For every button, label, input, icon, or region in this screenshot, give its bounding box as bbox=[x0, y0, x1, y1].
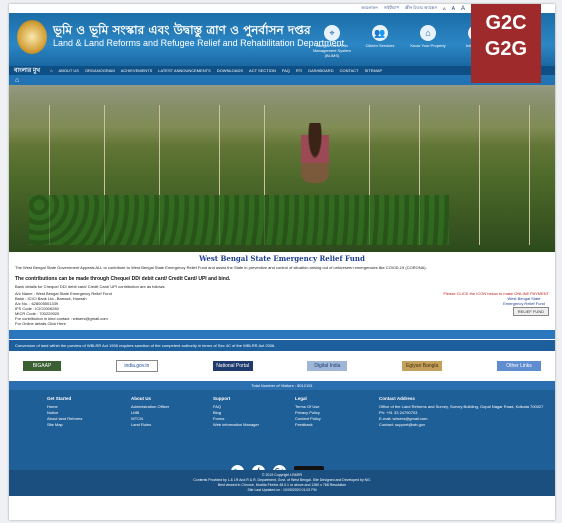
nav-item-about[interactable]: ABOUT US bbox=[59, 68, 79, 73]
font-small-button[interactable]: A bbox=[443, 6, 446, 11]
hero-banner-image bbox=[9, 85, 555, 252]
online-payment-box: Please CLICK the ICON below to make ONLI… bbox=[443, 291, 549, 316]
header-link-blims[interactable]: ⌖ Banglar Land Info Management System (B… bbox=[313, 25, 351, 58]
header-link-citizen-services[interactable]: 👥 Citizen Services bbox=[361, 25, 399, 58]
home-icon[interactable]: ⌂ bbox=[15, 77, 19, 84]
top-link-sitemap[interactable]: সাইটম্যাপ bbox=[384, 5, 399, 12]
nav-item-rti[interactable]: RTI bbox=[296, 68, 302, 73]
bank-details: A/c Name : West Bengal State Emergency R… bbox=[15, 291, 549, 326]
relief-fund-heading: West Bengal State Emergency Relief Fund bbox=[199, 254, 365, 263]
footer-col-support: Support FAQ Blog Forms Web information M… bbox=[213, 396, 259, 427]
font-large-button[interactable]: A bbox=[461, 6, 465, 12]
page: অবলোকন সাইটম্যাপ স্ক্রীন রিডার অ্যাক্সেস… bbox=[9, 4, 555, 520]
header-quick-links: ⌖ Banglar Land Info Management System (B… bbox=[313, 25, 495, 58]
footer-col-get-started: Get Started Home Notice About land Refor… bbox=[47, 396, 83, 427]
nav-home-icon[interactable]: ⌂ bbox=[50, 68, 52, 73]
nav-item-contact[interactable]: CONTACT bbox=[340, 68, 359, 73]
font-medium-button[interactable]: A bbox=[452, 6, 455, 12]
top-link-skip[interactable]: অবলোকন bbox=[361, 5, 378, 12]
nav-brand: বাংলার মুখ bbox=[14, 68, 41, 74]
nav-item-announcements[interactable]: LATEST ANNOUNCEMENTS bbox=[158, 68, 211, 73]
footer-col-about-us: About Us Administration Officer LMB WTCN… bbox=[131, 396, 170, 427]
nav-item-organogram[interactable]: ORGANOGRAM bbox=[85, 68, 115, 73]
logo-national-portal[interactable]: National Portal bbox=[212, 361, 253, 371]
top-link-screen-reader[interactable]: স্ক্রীন রিডার অ্যাক্সেস bbox=[405, 5, 437, 12]
site-footer: Get Started Home Notice About land Refor… bbox=[9, 390, 555, 496]
relief-fund-label: West Bengal State Emergency Relief Fund bbox=[503, 296, 545, 306]
bank-info-list: A/c Name : West Bengal State Emergency R… bbox=[15, 291, 112, 326]
farmer-figure bbox=[301, 123, 329, 183]
footer-col-legal: Legal Terms Of Use Privacy Policy Conten… bbox=[295, 396, 321, 427]
nav-item-sitemap[interactable]: SITEMAP bbox=[365, 68, 383, 73]
land-conversion-notice: Conversion of land within the purview of… bbox=[9, 340, 555, 351]
nav-item-downloads[interactable]: DOWNLOADS bbox=[217, 68, 243, 73]
visitor-counter: Total Number of Visitors : 5012151 bbox=[9, 381, 555, 390]
state-emblem-logo bbox=[17, 20, 47, 54]
bank-details-heading: Bank details for Cheque/ DD/ debit card/… bbox=[15, 284, 166, 289]
nav-item-faq[interactable]: FAQ bbox=[282, 68, 290, 73]
relief-intro: The West Bengal State Government Appeals… bbox=[15, 265, 427, 270]
home-icon: ⌂ bbox=[420, 25, 436, 41]
copyright-bar: © 2019 Copyright LR&RR Contents Provided… bbox=[9, 470, 555, 496]
department-title-english: Land & Land Reforms and Refugee Relief a… bbox=[53, 38, 345, 48]
relief-fund-section: West Bengal State Emergency Relief Fund … bbox=[9, 254, 555, 326]
nav-item-act[interactable]: ACT SECTION bbox=[249, 68, 276, 73]
g2c-g2g-badge: G2C G2G bbox=[471, 4, 541, 83]
people-icon: 👥 bbox=[372, 25, 388, 41]
nav-item-dashboard[interactable]: DASHBOARD bbox=[308, 68, 333, 73]
logo-digital-india[interactable]: Digital India bbox=[307, 361, 348, 371]
map-icon: ⌖ bbox=[324, 25, 340, 41]
donate-relief-fund-button[interactable]: RELIEF FUND bbox=[512, 307, 549, 316]
logo-india-gov[interactable]: india.gov.in bbox=[115, 360, 158, 372]
other-links-button[interactable]: Other Links bbox=[496, 361, 541, 371]
contribution-modes: The contributions can be made through Ch… bbox=[15, 276, 231, 282]
logo-bigaap[interactable]: BIGAAP bbox=[23, 361, 61, 371]
partner-logos: BIGAAP india.gov.in National Portal Digi… bbox=[9, 351, 555, 381]
logo-egiyan-bangla[interactable]: Egiyan Bangla bbox=[402, 361, 443, 371]
divider-bar bbox=[9, 330, 555, 339]
online-details-link[interactable]: For Online details Click Here bbox=[15, 321, 112, 326]
footer-col-contact: Contact Address Office of the Land Refor… bbox=[379, 396, 544, 427]
header-link-know-your-property[interactable]: ⌂ Know Your Property bbox=[409, 25, 447, 58]
nav-item-achievements[interactable]: ACHIEVEMENTS bbox=[121, 68, 153, 73]
